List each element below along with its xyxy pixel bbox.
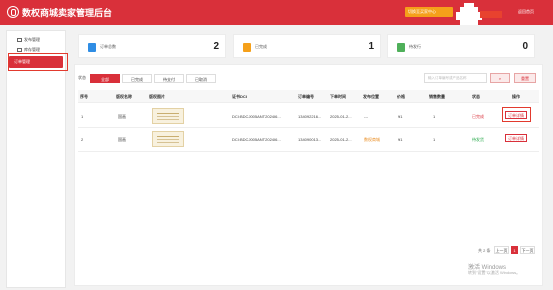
search-button[interactable]: ⌕ (490, 73, 510, 83)
col-price: 价格 (397, 94, 405, 99)
col-action: 操作 (512, 94, 520, 99)
pagination-total: 共 2 条 (478, 248, 491, 253)
row2-price: ¥1 (398, 137, 403, 142)
completed-icon (243, 43, 251, 52)
sidebar-highlight-frame (8, 53, 68, 71)
row1-qty: 1 (433, 114, 436, 119)
col-name: 版权名称 (116, 94, 132, 99)
row2-index: 2 (81, 137, 84, 142)
order-total-icon (88, 43, 96, 52)
row2-status: 待发货 (472, 137, 484, 142)
search-icon: ⌕ (498, 76, 502, 81)
row-divider (78, 102, 539, 103)
status-filter-label: 状态 (78, 75, 86, 80)
row1-time: 2025-01-2... (330, 114, 352, 119)
row2-position: 数权商城 (364, 137, 380, 142)
col-dci: 证书DCI (232, 94, 247, 99)
back-home-link[interactable]: 返回首页 (518, 9, 534, 15)
tab-unpaid[interactable]: 待支付 (154, 74, 184, 83)
col-time: 下单时间 (330, 94, 346, 99)
app-title: 数权商城卖家管理后台 (22, 8, 113, 18)
tab-completed[interactable]: 已完成 (122, 74, 152, 83)
stat-card-pending: 待发行 0 (387, 34, 535, 58)
row-divider (78, 151, 539, 152)
row1-status: 已完成 (472, 114, 484, 119)
row-divider (78, 127, 539, 128)
stat-card-completed: 已完成 1 (233, 34, 381, 58)
row2-dci: DCI:BDCJ005ANT2024I6... (232, 137, 281, 142)
row1-order-no: 134092216... (298, 114, 322, 119)
send-icon (17, 37, 22, 42)
col-status: 状态 (472, 94, 480, 99)
pending-icon (397, 43, 405, 52)
col-position: 发布位置 (363, 94, 379, 99)
row2-order-no: 134090013... (298, 137, 322, 142)
box-icon (17, 47, 22, 52)
logo-icon (7, 6, 19, 18)
user-name-tag[interactable] (480, 11, 502, 18)
col-qty: 销售数量 (429, 94, 445, 99)
row2-time: 2025-01-2... (330, 137, 352, 142)
row1-price: ¥1 (398, 114, 403, 119)
switch-buyer-center-button[interactable]: 切换至买家中心 (405, 7, 453, 17)
row1-dci: DCI:BDCJ005ANT2024I6... (232, 114, 281, 119)
prev-page-button[interactable]: 上一页 (494, 246, 509, 254)
reset-button[interactable]: 重置 (514, 73, 536, 83)
tab-cancelled[interactable]: 已取消 (186, 74, 216, 83)
action-highlight-frame (502, 107, 531, 122)
col-index: 序号 (80, 94, 88, 99)
row2-name: 国画 (118, 137, 126, 142)
row2-certificate-image[interactable] (152, 131, 184, 147)
row1-index: 1 (81, 114, 84, 119)
search-input[interactable]: 输入订单编号或产品名称 (424, 73, 487, 83)
row2-order-detail-button[interactable]: 订单详情 (505, 134, 527, 142)
sidebar-item-publish[interactable]: 发布管理 (17, 36, 40, 44)
col-order-no: 订单编号 (298, 94, 314, 99)
row1-name: 国画 (118, 114, 126, 119)
row1-position: --- (364, 114, 368, 119)
col-image: 版权图片 (149, 94, 165, 99)
page-1-button[interactable]: 1 (511, 246, 518, 254)
row1-certificate-image[interactable] (152, 108, 184, 124)
next-page-button[interactable]: 下一页 (520, 246, 535, 254)
windows-activation-hint: 转到"设置"以激活 Windows。 (468, 270, 521, 275)
stat-card-total: 订单总数 2 (78, 34, 226, 58)
row2-qty: 1 (433, 137, 436, 142)
tab-all[interactable]: 全部 (90, 74, 120, 83)
